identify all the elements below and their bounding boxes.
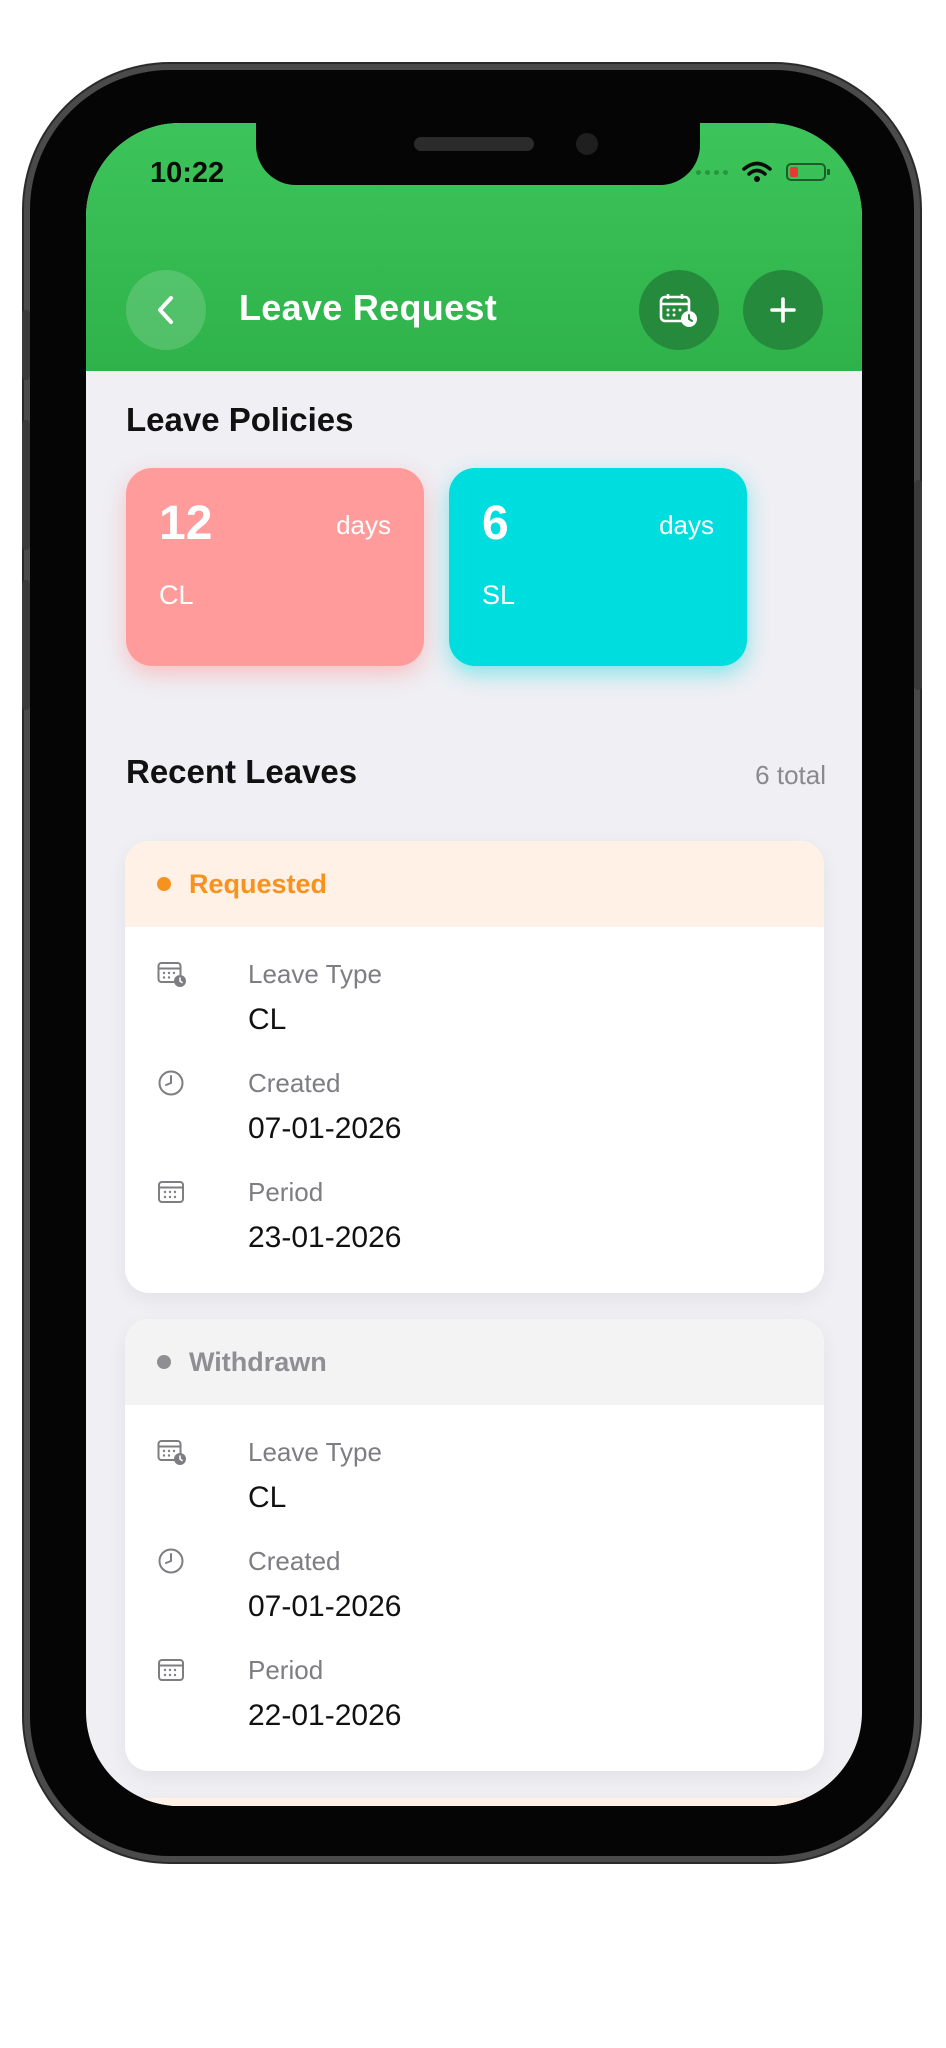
- policy-days-count: 6: [482, 497, 509, 550]
- power-button: [914, 480, 922, 690]
- leave-card-status-header: Requested: [125, 841, 824, 927]
- policy-leave-code: CL: [159, 580, 194, 610]
- leave-card-partial[interactable]: [125, 1798, 824, 1806]
- leave-type-value: CL: [248, 1481, 287, 1514]
- period-value: 23-01-2026: [248, 1221, 402, 1254]
- device-notch: [256, 123, 700, 185]
- calendar-clock-icon: [157, 962, 186, 987]
- period-row: Period 22-01-2026: [157, 1653, 824, 1762]
- policy-card-sl[interactable]: 6 days SL: [449, 468, 747, 666]
- chevron-left-icon: [158, 296, 173, 324]
- period-value: 22-01-2026: [248, 1699, 402, 1732]
- period-label: Period: [248, 1177, 324, 1207]
- created-row: Created 07-01-2026: [157, 1066, 824, 1175]
- recent-leaves-total: 6 total: [755, 760, 826, 790]
- created-value: 07-01-2026: [248, 1590, 402, 1623]
- leave-calendar-button[interactable]: [639, 270, 719, 350]
- back-button[interactable]: [126, 270, 206, 350]
- status-label: Withdrawn: [189, 1346, 327, 1377]
- leave-type-label: Leave Type: [248, 959, 382, 989]
- page-title: Leave Request: [239, 287, 498, 328]
- policy-leave-code: SL: [482, 580, 516, 610]
- app-screen: 10:22 Leave Request Leave Policies 12 da…: [86, 123, 862, 1806]
- wifi-icon: [742, 161, 772, 182]
- volume-down-button: [22, 580, 30, 710]
- add-leave-button[interactable]: [743, 270, 823, 350]
- speaker: [414, 137, 534, 151]
- policy-days-unit: days: [336, 510, 391, 540]
- created-value: 07-01-2026: [248, 1112, 402, 1145]
- leave-type-row: Leave Type CL: [157, 957, 824, 1066]
- clock-icon: [158, 1070, 184, 1096]
- calendar-icon: [158, 1659, 184, 1681]
- clock-icon: [158, 1548, 184, 1574]
- recent-leaves-title: Recent Leaves: [126, 753, 358, 790]
- leave-card[interactable]: Withdrawn Leave Type CL Created 07-01-20…: [125, 1319, 824, 1771]
- policy-days-unit: days: [659, 510, 714, 540]
- status-label: Requested: [189, 868, 328, 899]
- cellular-signal-icon: [696, 169, 728, 175]
- created-label: Created: [248, 1068, 341, 1098]
- period-row: Period 23-01-2026: [157, 1175, 824, 1284]
- volume-up-button: [22, 420, 30, 550]
- policies-section-title: Leave Policies: [126, 401, 354, 438]
- status-dot: [157, 1355, 171, 1369]
- leave-card-status-header: [125, 1798, 824, 1806]
- leave-card-status-header: Withdrawn: [125, 1319, 824, 1405]
- leave-type-value: CL: [248, 1003, 287, 1036]
- calendar-clock-icon: [659, 294, 697, 327]
- status-time: 10:22: [150, 157, 225, 189]
- leave-card-body: Leave Type CL Created 07-01-2026 Period …: [125, 927, 824, 1284]
- status-dot: [157, 877, 171, 891]
- battery-icon: [786, 163, 830, 181]
- status-icons: [696, 161, 830, 183]
- leave-type-label: Leave Type: [248, 1437, 382, 1467]
- leave-card-body: Leave Type CL Created 07-01-2026 Period …: [125, 1405, 824, 1762]
- period-label: Period: [248, 1655, 324, 1685]
- mute-switch: [22, 310, 30, 380]
- created-row: Created 07-01-2026: [157, 1544, 824, 1653]
- policy-card-cl[interactable]: 12 days CL: [126, 468, 424, 666]
- calendar-icon: [158, 1181, 184, 1203]
- policy-days-count: 12: [159, 497, 213, 550]
- calendar-clock-icon: [157, 1440, 186, 1465]
- created-label: Created: [248, 1546, 341, 1576]
- leave-card[interactable]: Requested Leave Type CL Created 07-01-20…: [125, 841, 824, 1293]
- plus-icon: [770, 297, 796, 323]
- leave-type-row: Leave Type CL: [157, 1435, 824, 1544]
- front-camera: [576, 133, 598, 155]
